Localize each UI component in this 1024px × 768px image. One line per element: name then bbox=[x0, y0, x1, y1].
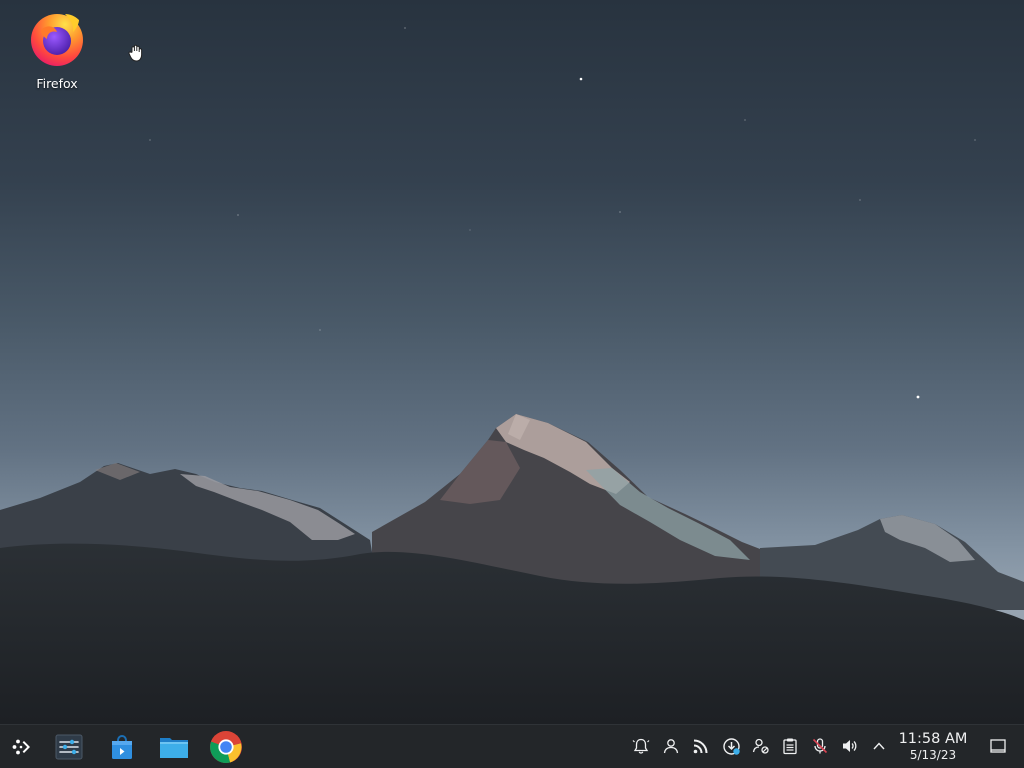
tray-microphone[interactable] bbox=[810, 736, 830, 756]
tray-expand-button[interactable] bbox=[869, 736, 889, 756]
show-desktop-icon bbox=[990, 739, 1006, 753]
user-settings-icon bbox=[752, 738, 769, 754]
application-launcher-icon bbox=[12, 739, 30, 755]
rss-icon bbox=[693, 739, 708, 754]
settings-sliders-icon bbox=[55, 734, 83, 760]
tray-volume[interactable] bbox=[840, 736, 860, 756]
show-desktop-button[interactable] bbox=[988, 736, 1008, 756]
wallpaper-mountains bbox=[0, 27, 1024, 724]
person-icon bbox=[663, 739, 679, 754]
desktop-icon-firefox[interactable]: Firefox bbox=[20, 8, 94, 91]
chevron-up-icon bbox=[873, 742, 885, 750]
folder-icon bbox=[160, 738, 188, 758]
taskbar: 11:58 AM 5/13/23 bbox=[0, 724, 1024, 768]
tray-updates[interactable] bbox=[721, 736, 741, 756]
grab-hand-cursor bbox=[128, 44, 143, 62]
taskbar-item-discover[interactable] bbox=[103, 728, 141, 766]
software-store-icon bbox=[112, 734, 132, 759]
bell-icon bbox=[632, 738, 650, 754]
tray-clipboard[interactable] bbox=[780, 736, 800, 756]
desktop[interactable]: Firefox bbox=[0, 0, 1024, 724]
taskbar-item-dolphin[interactable] bbox=[155, 728, 193, 766]
updates-icon bbox=[722, 737, 740, 755]
speaker-icon bbox=[843, 740, 857, 752]
tray-notifications[interactable] bbox=[631, 736, 651, 756]
taskbar-item-google-chrome[interactable] bbox=[207, 728, 245, 766]
firefox-icon bbox=[31, 14, 83, 66]
clock-time: 11:58 AM bbox=[898, 731, 968, 747]
tray-user[interactable] bbox=[661, 736, 681, 756]
application-launcher-button[interactable] bbox=[4, 728, 42, 766]
clock-date: 5/13/23 bbox=[909, 748, 957, 762]
tray-kde-connect[interactable] bbox=[751, 736, 771, 756]
clipboard-icon bbox=[783, 738, 797, 755]
chrome-icon bbox=[210, 731, 242, 764]
tray-network[interactable] bbox=[691, 736, 711, 756]
desktop-icon-label: Firefox bbox=[36, 76, 78, 91]
digital-clock[interactable]: 11:58 AM 5/13/23 bbox=[893, 730, 973, 762]
mic-muted-icon bbox=[812, 738, 828, 754]
taskbar-item-system-settings[interactable] bbox=[50, 728, 88, 766]
